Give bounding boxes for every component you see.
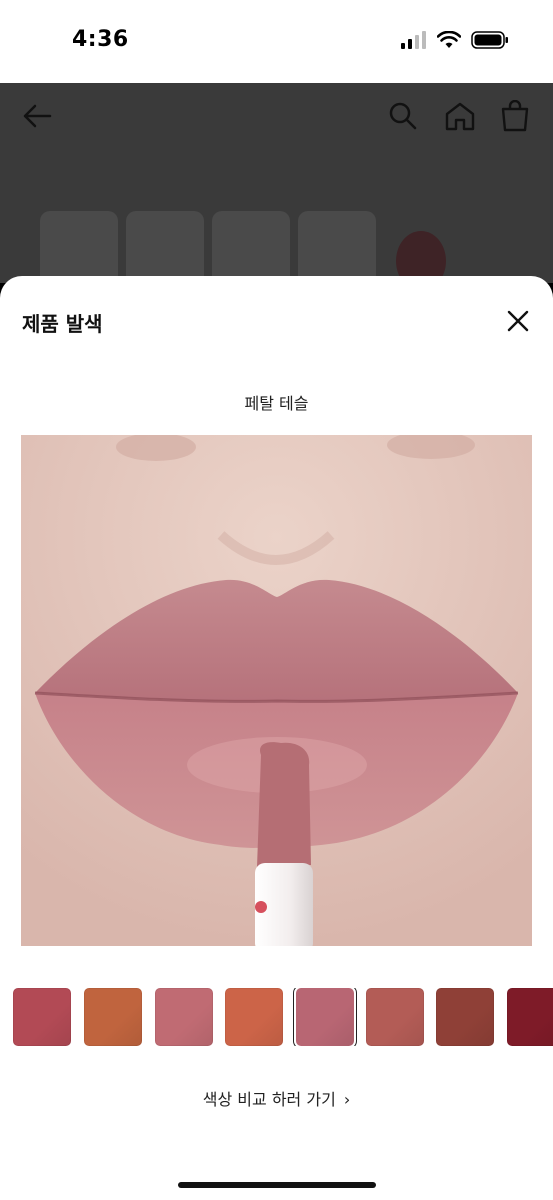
close-icon[interactable] bbox=[505, 308, 531, 334]
shade-chip[interactable] bbox=[507, 988, 553, 1046]
shade-chip[interactable] bbox=[436, 988, 494, 1046]
cellular-signal-icon bbox=[401, 30, 426, 49]
wifi-icon bbox=[437, 30, 461, 48]
shade-chip-selected[interactable] bbox=[296, 988, 354, 1046]
battery-icon bbox=[471, 30, 508, 49]
shade-chip[interactable] bbox=[225, 988, 283, 1046]
search-icon bbox=[389, 102, 417, 130]
home-indicator bbox=[178, 1182, 376, 1188]
chevron-right-icon: › bbox=[343, 1090, 351, 1109]
shade-name: 페탈 테슬 bbox=[244, 394, 309, 413]
shade-chip[interactable] bbox=[13, 988, 71, 1046]
shade-chip-row bbox=[0, 988, 553, 1046]
compare-colors-link[interactable]: 색상 비교 하러 가기 › bbox=[0, 1086, 553, 1110]
background-nav bbox=[0, 97, 553, 137]
compare-colors-label: 색상 비교 하러 가기 bbox=[202, 1090, 336, 1109]
background-product bbox=[40, 211, 118, 283]
back-arrow-icon bbox=[23, 104, 52, 128]
sheet-title: 제품 발색 bbox=[22, 312, 103, 336]
shopping-bag-icon bbox=[501, 100, 529, 132]
status-icons bbox=[401, 30, 509, 49]
lip-illustration bbox=[21, 435, 532, 946]
background-product bbox=[212, 211, 290, 283]
shade-chip[interactable] bbox=[84, 988, 142, 1046]
shade-chip[interactable] bbox=[366, 988, 424, 1046]
color-swatch-sheet: 제품 발색 페탈 테슬 색상 비교 하러 가기 › bbox=[0, 276, 553, 1200]
background-product bbox=[298, 211, 376, 283]
status-bar: 4:36 bbox=[0, 0, 553, 83]
background-product-row bbox=[40, 211, 376, 283]
status-time: 4:36 bbox=[72, 27, 129, 52]
background-page bbox=[0, 83, 553, 283]
shade-chip[interactable] bbox=[155, 988, 213, 1046]
background-product bbox=[126, 211, 204, 283]
home-icon bbox=[445, 102, 475, 131]
lip-swatch-photo bbox=[21, 435, 532, 946]
